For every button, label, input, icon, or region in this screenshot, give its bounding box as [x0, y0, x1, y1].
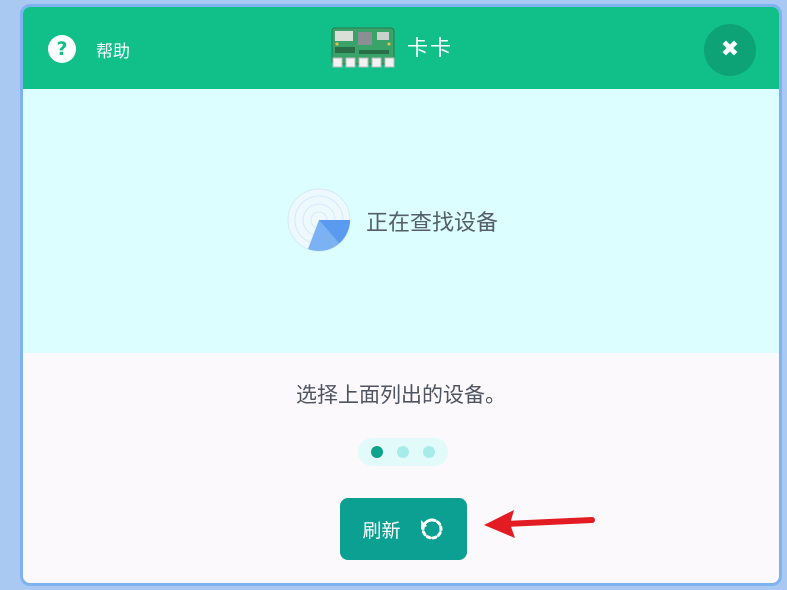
refresh-label: 刷新 — [362, 519, 401, 542]
modal-title-group: 卡卡 — [331, 25, 453, 69]
pagination-dots — [358, 438, 448, 466]
device-scan-area: 正在查找设备 — [23, 89, 779, 353]
refresh-icon — [420, 518, 442, 540]
connection-modal: ? 帮助 卡卡 ✖ 正在查找设备 选择上面列出的设备。 刷新 — [20, 4, 782, 586]
device-title: 卡卡 — [407, 36, 453, 60]
close-button[interactable]: ✖ — [704, 24, 756, 76]
modal-header: ? 帮助 卡卡 ✖ — [23, 7, 779, 89]
close-icon: ✖ — [720, 37, 740, 62]
pagination-dot — [423, 446, 435, 458]
refresh-button[interactable]: 刷新 — [340, 498, 467, 560]
instruction-text: 选择上面列出的设备。 — [296, 383, 506, 407]
pagination-dot-active — [371, 446, 383, 458]
scan-status-text: 正在查找设备 — [366, 211, 499, 236]
help-label: 帮助 — [96, 41, 130, 62]
question-icon: ? — [48, 35, 76, 63]
pagination-dot — [397, 446, 409, 458]
circuit-board-icon — [331, 27, 395, 68]
radar-scan-icon — [287, 188, 351, 252]
red-arrow-annotation — [484, 510, 595, 538]
help-button[interactable]: ? 帮助 — [48, 35, 130, 63]
